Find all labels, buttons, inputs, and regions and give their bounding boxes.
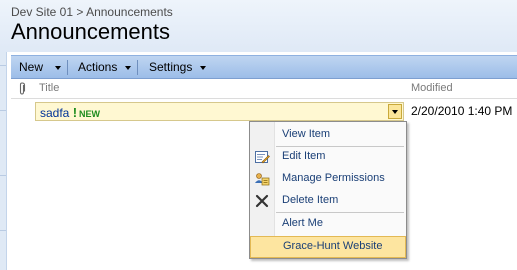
column-header-title[interactable]: Title: [39, 82, 59, 94]
paperclip-icon[interactable]: [18, 82, 26, 95]
nav-divider: [0, 175, 6, 176]
item-modified-date: 2/20/2010 1:40 PM: [411, 104, 513, 118]
menu-item-label: View Item: [282, 128, 331, 140]
chevron-down-icon: [199, 65, 206, 70]
new-badge: NEW: [79, 109, 101, 119]
permissions-icon: [255, 173, 270, 186]
menu-item-label: Delete Item: [282, 194, 339, 206]
settings-menu-button[interactable]: Settings: [149, 56, 206, 78]
breadcrumb-site-link[interactable]: Dev Site 01: [11, 5, 73, 19]
menu-item-label: Grace-Hunt Website: [283, 240, 383, 252]
item-title-link[interactable]: sadfa ! NEW: [40, 105, 100, 120]
new-label: New: [19, 60, 44, 74]
page-title: Announcements: [11, 19, 170, 44]
actions-label: Actions: [78, 60, 118, 74]
column-header-row: Title Modified: [11, 79, 517, 99]
menu-item-edit[interactable]: Edit Item: [250, 146, 406, 168]
settings-label: Settings: [149, 60, 193, 74]
chevron-down-icon: [124, 65, 131, 70]
chevron-down-icon: [55, 65, 61, 70]
new-menu-button[interactable]: New: [19, 56, 43, 78]
page-header: Dev Site 01 > Announcements Announcement…: [0, 0, 517, 52]
nav-divider: [0, 230, 6, 231]
nav-divider: [0, 110, 6, 111]
new-menu-arrow[interactable]: [51, 56, 61, 78]
menu-item-manage-permissions[interactable]: Manage Permissions: [250, 168, 406, 190]
breadcrumb-current: Announcements: [86, 5, 173, 19]
chevron-down-icon: [392, 110, 398, 114]
menu-item-delete[interactable]: Delete Item: [250, 190, 406, 212]
list-toolbar: New Actions Settings: [11, 55, 517, 79]
item-dropdown-button[interactable]: [388, 104, 402, 119]
item-title-text: sadfa: [40, 106, 70, 120]
actions-menu-button[interactable]: Actions: [78, 56, 131, 78]
toolbar-separator: [67, 60, 68, 75]
delete-icon: [255, 194, 269, 208]
menu-item-label: Manage Permissions: [282, 172, 385, 184]
menu-item-grace-hunt-website[interactable]: Grace-Hunt Website: [250, 236, 406, 258]
menu-item-label: Alert Me: [282, 217, 323, 229]
breadcrumb-separator: >: [76, 5, 84, 19]
toolbar-separator: [137, 60, 138, 75]
new-mark-icon: !: [72, 105, 78, 120]
menu-item-label: Edit Item: [282, 150, 326, 162]
menu-item-view[interactable]: View Item: [250, 124, 406, 146]
item-context-menu: View Item Edit Item Manage Permissions D…: [249, 121, 407, 259]
nav-divider: [0, 65, 6, 66]
column-header-modified[interactable]: Modified: [411, 82, 453, 94]
breadcrumb: Dev Site 01 > Announcements: [11, 5, 173, 19]
edit-icon: [255, 151, 270, 164]
list-item-title-cell[interactable]: sadfa ! NEW: [35, 102, 404, 121]
menu-item-alert-me[interactable]: Alert Me: [250, 213, 406, 235]
